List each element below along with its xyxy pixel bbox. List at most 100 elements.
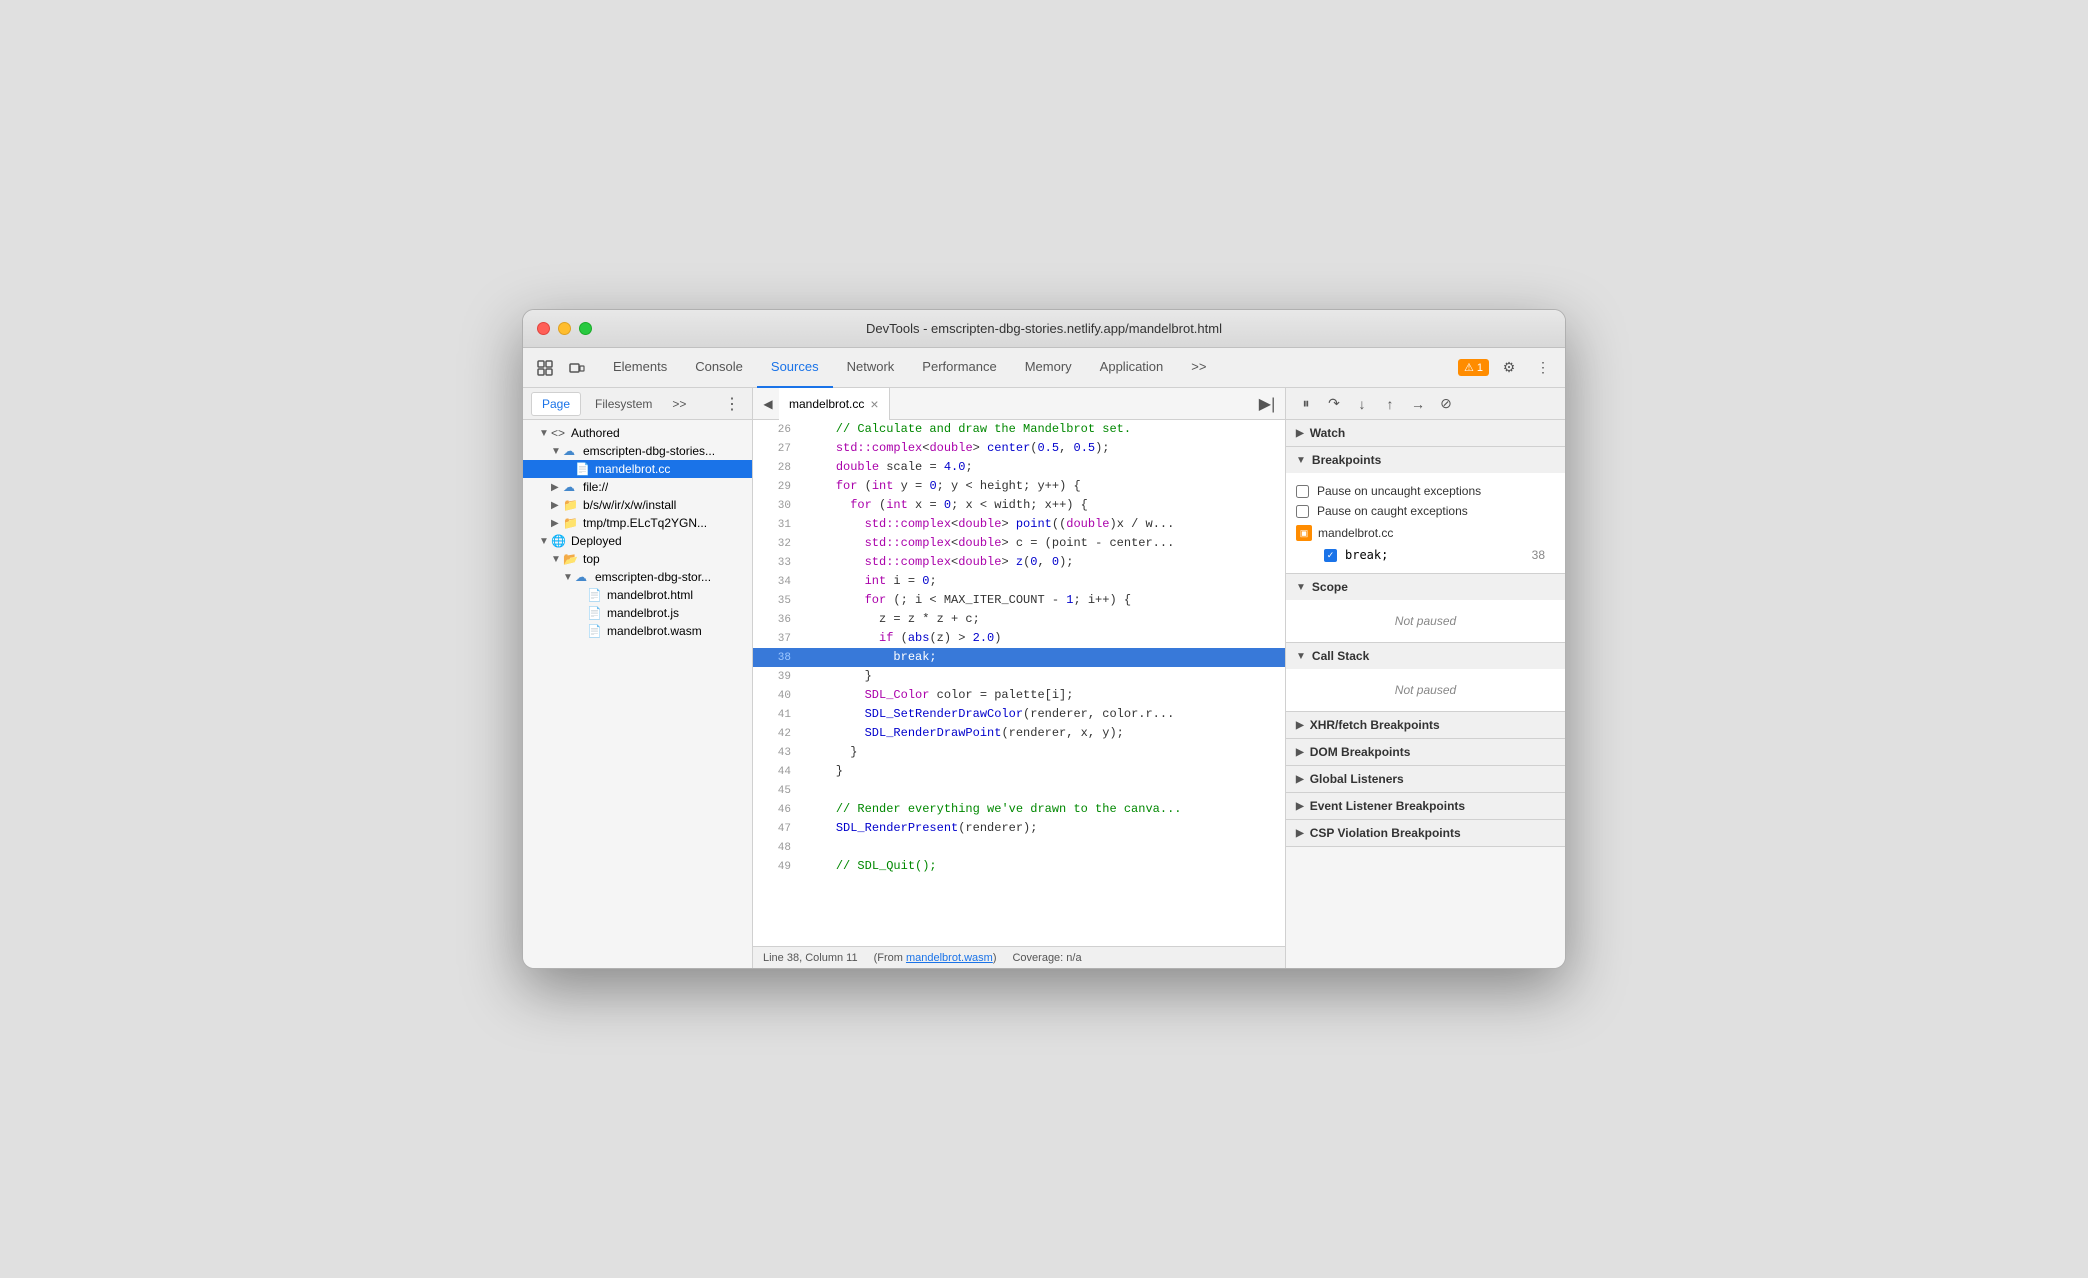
tab-performance[interactable]: Performance: [908, 348, 1010, 388]
global-section: ▶ Global Listeners: [1286, 766, 1565, 793]
breakpoints-label: Breakpoints: [1312, 453, 1381, 467]
tab-sources[interactable]: Sources: [757, 348, 833, 388]
tree-item-emscripten-authored[interactable]: ▼ ☁ emscripten-dbg-stories...: [523, 442, 752, 460]
tree-arrow-deployed: ▼: [539, 536, 551, 547]
main-area: Page Filesystem >> ⋮ ▼ <> Authored ▼ ☁: [523, 388, 1565, 968]
sidebar-tab-page[interactable]: Page: [531, 392, 581, 416]
code-line-30: 30 for (int x = 0; x < width; x++) {: [753, 496, 1285, 515]
tree-item-bsw[interactable]: ▶ 📁 b/s/w/ir/x/w/install: [523, 496, 752, 514]
pause-uncaught-checkbox[interactable]: [1296, 485, 1309, 498]
cloud-icon-deployed: ☁: [575, 570, 591, 584]
tree-item-mandelbrot-js[interactable]: 📄 mandelbrot.js: [523, 604, 752, 622]
cursor-position: Line 38, Column 11: [763, 952, 858, 964]
tree-arrow-tmp: ▶: [551, 518, 563, 529]
csp-header[interactable]: ▶ CSP Violation Breakpoints: [1286, 820, 1565, 846]
breakpoints-header[interactable]: ▼ Breakpoints: [1286, 447, 1565, 473]
code-view[interactable]: 26 // Calculate and draw the Mandelbrot …: [753, 420, 1285, 946]
traffic-lights: [537, 322, 592, 335]
toolbar-right: ⚠ 1 ⚙ ⋮: [1458, 354, 1557, 382]
code-panel-toggle[interactable]: ▶|: [1253, 390, 1281, 418]
device-toolbar-icon[interactable]: [563, 354, 591, 382]
step-out-btn[interactable]: ↑: [1378, 392, 1402, 416]
code-line-33: 33 std::complex<double> z(0, 0);: [753, 553, 1285, 572]
watch-arrow-icon: ▶: [1296, 428, 1304, 439]
devtools-window: DevTools - emscripten-dbg-stories.netlif…: [522, 309, 1566, 969]
tree-item-emscripten-deployed[interactable]: ▼ ☁ emscripten-dbg-stor...: [523, 568, 752, 586]
folder-icon-top: 📂: [563, 552, 579, 566]
code-line-49: 49 // SDL_Quit();: [753, 857, 1285, 876]
dom-arrow-icon: ▶: [1296, 747, 1304, 758]
title-bar: DevTools - emscripten-dbg-stories.netlif…: [523, 310, 1565, 348]
xhr-arrow-icon: ▶: [1296, 720, 1304, 731]
scope-header[interactable]: ▼ Scope: [1286, 574, 1565, 600]
source-link[interactable]: mandelbrot.wasm: [906, 952, 993, 964]
code-line-34: 34 int i = 0;: [753, 572, 1285, 591]
watch-header[interactable]: ▶ Watch: [1286, 420, 1565, 446]
tab-memory[interactable]: Memory: [1011, 348, 1086, 388]
close-button[interactable]: [537, 322, 550, 335]
tree-item-mandelbrot-html[interactable]: 📄 mandelbrot.html: [523, 586, 752, 604]
xhr-section: ▶ XHR/fetch Breakpoints: [1286, 712, 1565, 739]
bp-filename: mandelbrot.cc: [1318, 526, 1393, 540]
select-tool-icon[interactable]: [531, 354, 559, 382]
code-line-47: 47 SDL_RenderPresent(renderer);: [753, 819, 1285, 838]
maximize-button[interactable]: [579, 322, 592, 335]
xhr-header[interactable]: ▶ XHR/fetch Breakpoints: [1286, 712, 1565, 738]
tree-label-deployed: Deployed: [571, 534, 622, 548]
cloud-icon: ☁: [563, 444, 579, 458]
event-label: Event Listener Breakpoints: [1310, 799, 1465, 813]
tree-item-mandelbrot-cc[interactable]: 📄 mandelbrot.cc: [523, 460, 752, 478]
warning-count: 1: [1477, 362, 1483, 374]
sidebar-tabs-more[interactable]: >>: [666, 393, 692, 415]
file-tree: ▼ <> Authored ▼ ☁ emscripten-dbg-stories…: [523, 420, 752, 968]
bp-entry: break; 38: [1296, 545, 1555, 565]
tree-item-top[interactable]: ▼ 📂 top: [523, 550, 752, 568]
tab-more[interactable]: >>: [1177, 348, 1220, 388]
global-header[interactable]: ▶ Global Listeners: [1286, 766, 1565, 792]
sidebar-tab-filesystem[interactable]: Filesystem: [585, 393, 662, 415]
tree-arrow-file: ▶: [551, 482, 563, 493]
tab-network[interactable]: Network: [833, 348, 909, 388]
watch-section: ▶ Watch: [1286, 420, 1565, 447]
code-line-31: 31 std::complex<double> point((double)x …: [753, 515, 1285, 534]
tree-label-mandelbrot-cc: mandelbrot.cc: [595, 462, 670, 476]
dom-header[interactable]: ▶ DOM Breakpoints: [1286, 739, 1565, 765]
code-tabs-bar: ◀ mandelbrot.cc × ▶|: [753, 388, 1285, 420]
code-line-29: 29 for (int y = 0; y < height; y++) {: [753, 477, 1285, 496]
code-tab-mandelbrot[interactable]: mandelbrot.cc ×: [779, 388, 890, 420]
callstack-header[interactable]: ▼ Call Stack: [1286, 643, 1565, 669]
tree-item-file[interactable]: ▶ ☁ file://: [523, 478, 752, 496]
right-panel: ⏸ ↷ ↓ ↑ → ⊘ ▶ Watch ▼ Breakpoints: [1285, 388, 1565, 968]
event-header[interactable]: ▶ Event Listener Breakpoints: [1286, 793, 1565, 819]
tree-item-mandelbrot-wasm[interactable]: 📄 mandelbrot.wasm: [523, 622, 752, 640]
step-into-btn[interactable]: ↓: [1350, 392, 1374, 416]
tab-elements[interactable]: Elements: [599, 348, 681, 388]
folder-icon-bsw: 📁: [563, 498, 579, 512]
warning-badge[interactable]: ⚠ 1: [1458, 359, 1489, 376]
file-sidebar: Page Filesystem >> ⋮ ▼ <> Authored ▼ ☁: [523, 388, 753, 968]
scope-arrow-icon: ▼: [1296, 582, 1306, 593]
code-tab-close[interactable]: ×: [870, 397, 878, 411]
pause-caught-checkbox[interactable]: [1296, 505, 1309, 518]
sidebar-menu-icon[interactable]: ⋮: [720, 390, 744, 418]
tab-console[interactable]: Console: [681, 348, 757, 388]
tree-item-deployed[interactable]: ▼ 🌐 Deployed: [523, 532, 752, 550]
settings-icon[interactable]: ⚙: [1495, 354, 1523, 382]
tree-label-top: top: [583, 552, 600, 566]
file-icon-mandelbrot-cc: 📄: [575, 462, 591, 476]
minimize-button[interactable]: [558, 322, 571, 335]
deactivate-bp-btn[interactable]: ⊘: [1434, 392, 1458, 416]
more-options-icon[interactable]: ⋮: [1529, 354, 1557, 382]
tree-item-authored[interactable]: ▼ <> Authored: [523, 424, 752, 442]
tree-label-tmp: tmp/tmp.ELcTq2YGN...: [583, 516, 707, 530]
step-over-btn[interactable]: ↷: [1322, 392, 1346, 416]
code-tab-nav-left[interactable]: ◀: [757, 393, 779, 415]
pause-resume-btn[interactable]: ⏸: [1294, 392, 1318, 416]
tree-label-authored: Authored: [571, 426, 620, 440]
step-btn[interactable]: →: [1406, 392, 1430, 416]
tree-arrow-emscripten-deployed: ▼: [563, 572, 575, 583]
tree-item-tmp[interactable]: ▶ 📁 tmp/tmp.ELcTq2YGN...: [523, 514, 752, 532]
bp-checkbox-icon[interactable]: [1324, 549, 1337, 562]
code-line-42: 42 SDL_RenderDrawPoint(renderer, x, y);: [753, 724, 1285, 743]
tab-application[interactable]: Application: [1086, 348, 1178, 388]
